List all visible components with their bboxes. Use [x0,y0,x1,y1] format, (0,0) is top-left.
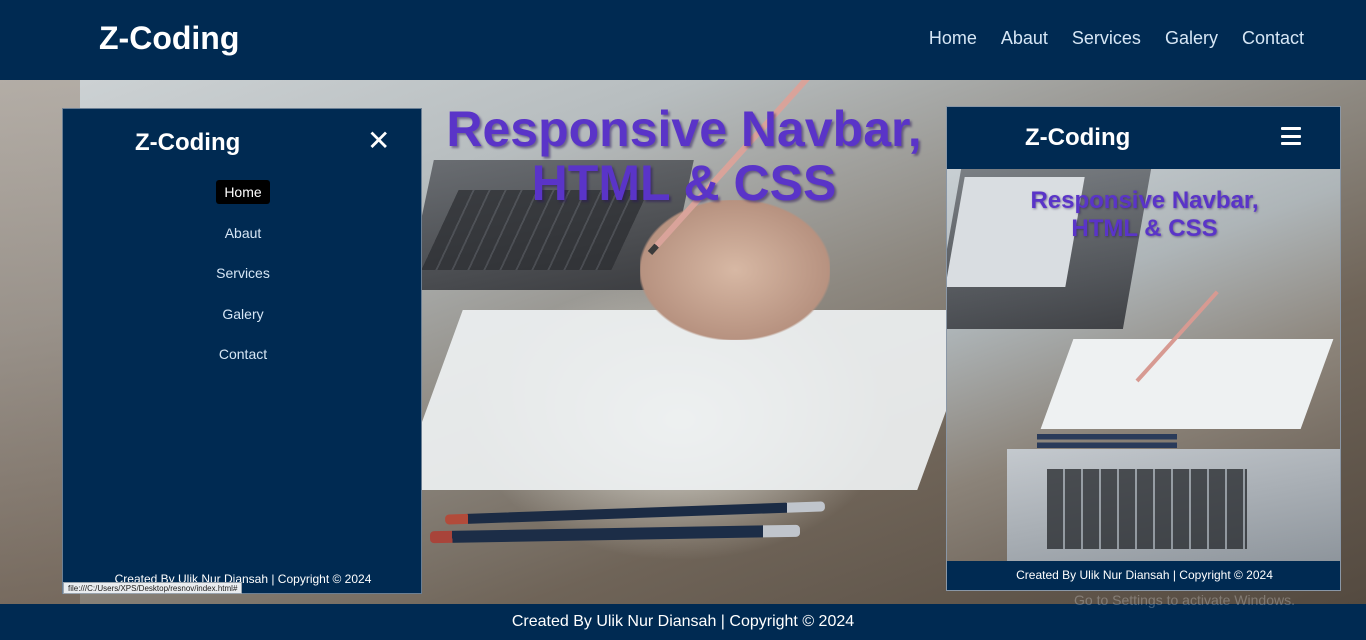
paper-image [1040,339,1334,429]
pen-image [429,524,801,544]
mobile-nav-contact-link[interactable]: Contact [211,342,275,366]
mobile-nav-menu: Home Abaut Services Galery Contact [63,180,423,383]
nav-contact-link[interactable]: Contact [1242,28,1304,49]
hamburger-menu-icon[interactable] [1281,127,1301,145]
os-activation-watermark: Go to Settings to activate Windows. [1074,592,1295,608]
nav-gallery-link[interactable]: Galery [1165,28,1218,49]
page-footer: Created By Ulik Nur Diansah | Copyright … [0,604,1366,640]
mobile-hero-title-line1: Responsive Navbar, [1030,187,1259,214]
pen-image [444,501,826,525]
main-nav: Home Abaut Services Galery Contact [929,28,1304,49]
nav-services-link[interactable]: Services [1072,28,1141,49]
nav-home-link[interactable]: Home [929,28,977,49]
nav-about-link[interactable]: Abaut [1001,28,1048,49]
browser-status-url: file:///C:/Users/XPS/Desktop/resnov/inde… [63,582,243,594]
hero-title-line1: Responsive Navbar, [446,101,922,157]
hero-title-line2: HTML & CSS [531,155,837,211]
mobile-header: Z-Coding [947,107,1340,169]
mobile-nav-about-link[interactable]: Abaut [217,221,270,245]
hero-title: Responsive Navbar, HTML & CSS [446,102,922,210]
mobile-preview-menu-closed: Z-Coding Responsive Navbar, HTML & CSS C… [946,106,1341,591]
footer-text: Created By Ulik Nur Diansah | Copyright … [511,613,855,630]
mobile-nav-services-link[interactable]: Services [208,261,278,285]
top-navbar: Z-Coding Home Abaut Services Galery Cont… [0,0,1366,80]
mobile-nav-gallery-link[interactable]: Galery [214,302,271,326]
mobile-footer-text: Created By Ulik Nur Diansah | Copyright … [947,561,1340,590]
pen-image [1037,434,1177,448]
mobile-hero-title: Responsive Navbar, HTML & CSS [947,187,1340,243]
keyboard-image [1047,469,1247,549]
mobile-hero-title-line2: HTML & CSS [1071,215,1218,242]
mobile-brand-logo[interactable]: Z-Coding [135,129,240,157]
mobile-nav-home-link[interactable]: Home [216,180,270,204]
hand-image [640,200,830,340]
brand-logo[interactable]: Z-Coding [99,20,239,57]
mobile-brand-logo[interactable]: Z-Coding [1025,124,1130,152]
mobile-preview-menu-open: Z-Coding ✕ Home Abaut Services Galery Co… [62,108,422,594]
close-icon[interactable]: ✕ [367,127,390,155]
